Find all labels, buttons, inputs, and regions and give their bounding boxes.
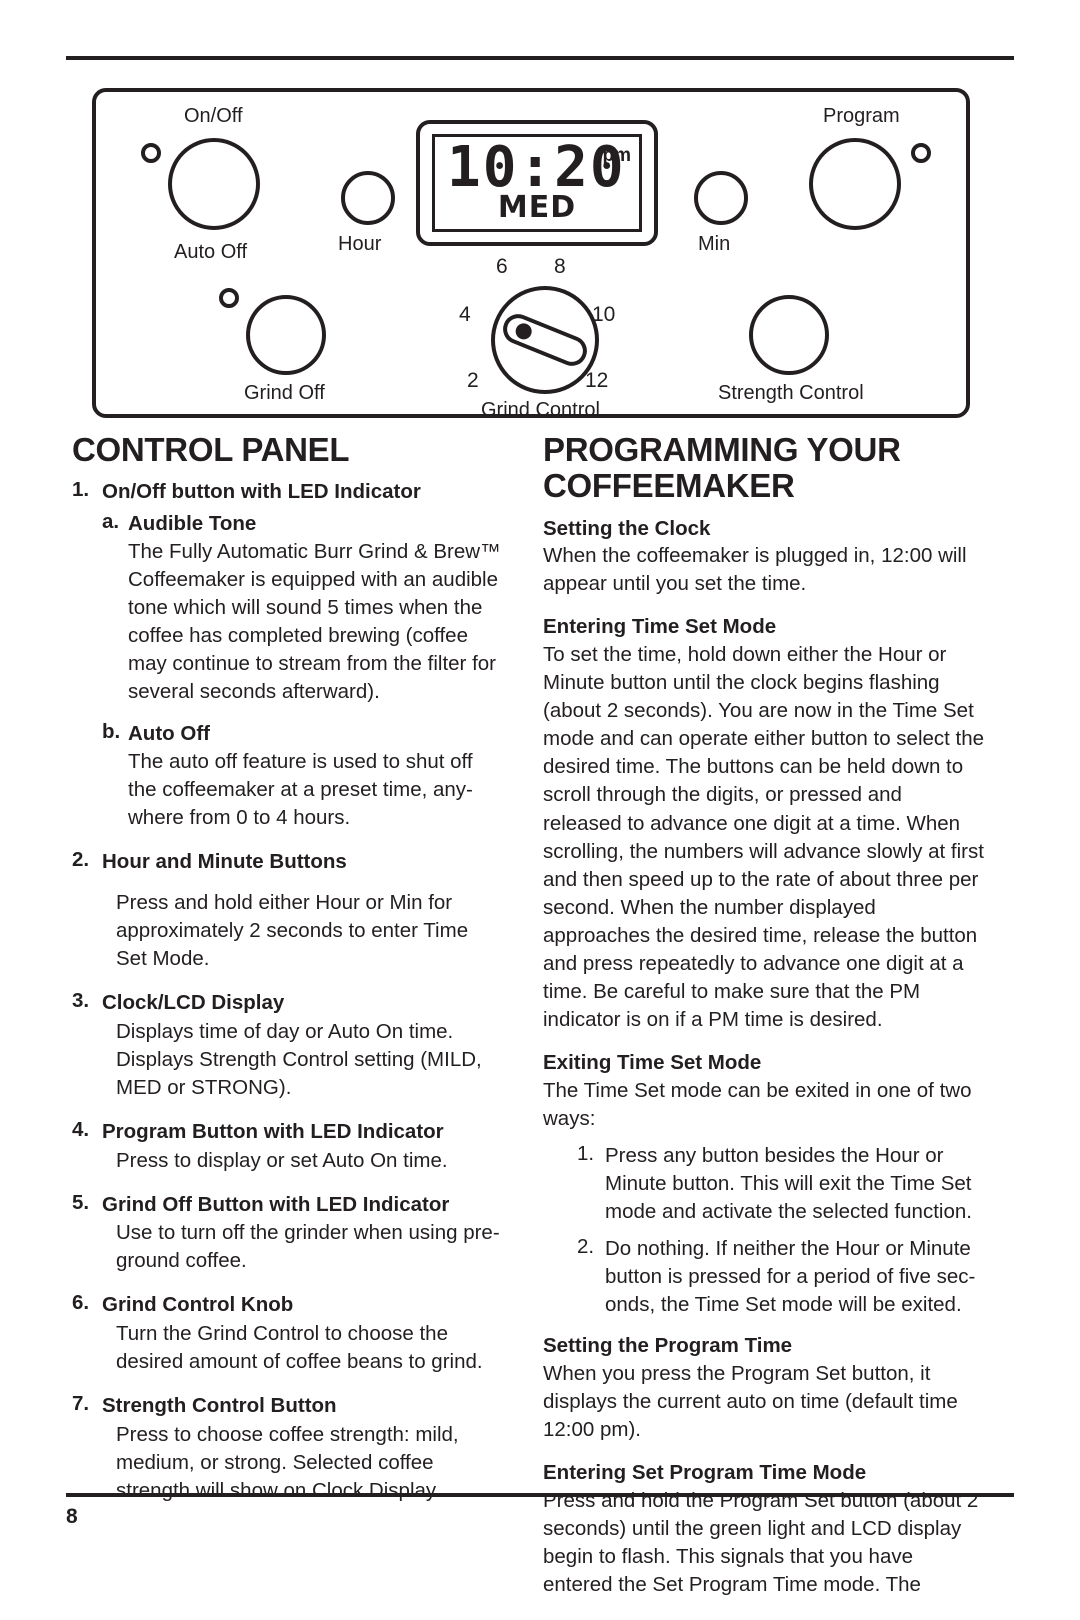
setting-the-program-time-body: When you press the Program Set button, i… <box>543 1362 958 1442</box>
list-marker: 7. <box>72 1392 90 1416</box>
control-panel-diagram: On/Off Auto Off Grind Off Hour 10:20 pm … <box>92 88 970 421</box>
list-item-title: Grind Off Button with LED Indicator <box>102 1192 450 1216</box>
grind-tick-6: 6 <box>496 255 508 278</box>
left-column: CONTROL PANEL 1. On/Off button with LED … <box>72 431 504 1509</box>
list-marker: 5. <box>72 1190 90 1214</box>
on-off-button[interactable] <box>168 138 260 230</box>
list-item-body: Press any button besides the Hour or Min… <box>605 1144 972 1224</box>
list-item-title: Hour and Minute Buttons <box>102 850 347 874</box>
grind-off-label: Grind Off <box>244 382 325 404</box>
program-label: Program <box>823 105 900 127</box>
exiting-time-set-mode-heading: Exiting Time Set Mode <box>543 1051 762 1075</box>
auto-off-label: Auto Off <box>174 241 248 263</box>
list-item-body: Use to turn off the grinder when using p… <box>116 1221 500 1273</box>
list-item-body: Press to display or set Auto On time. <box>116 1148 448 1172</box>
list-item-3: 3. Clock/LCD Display Displays time of da… <box>72 989 504 1102</box>
list-item-body: The Fully Automatic Burr Grind & Brew™ C… <box>128 539 501 704</box>
strength-control-label: Strength Control <box>718 382 864 404</box>
grind-off-button[interactable] <box>246 295 326 375</box>
list-item-title: Strength Control Button <box>102 1394 337 1418</box>
min-label: Min <box>698 233 731 255</box>
list-item-title: Auto Off <box>128 722 210 746</box>
list-item-4: 4. Program Button with LED Indicator Pre… <box>72 1118 504 1175</box>
list-item-5: 5. Grind Off Button with LED Indicator U… <box>72 1191 504 1276</box>
list-marker: 2. <box>72 848 90 872</box>
list-marker: 3. <box>72 988 90 1012</box>
list-item-body: Displays time of day or Auto On time. Di… <box>116 1019 482 1099</box>
header-rule <box>66 56 1014 60</box>
list-marker: 4. <box>72 1117 90 1141</box>
entering-set-program-time-mode-heading: Entering Set Program Time Mode <box>543 1461 867 1485</box>
program-button[interactable] <box>809 138 901 230</box>
list-item-1a: a. Audible Tone The Fully Automatic Burr… <box>102 510 504 706</box>
list-item-6: 6. Grind Control Knob Turn the Grind Con… <box>72 1291 504 1376</box>
lcd-time-value: 10:20 <box>447 135 626 200</box>
lcd-display: 10:20 pm MED <box>416 120 658 246</box>
lcd-pm-indicator: pm <box>602 145 632 166</box>
grind-knob-dot <box>513 320 535 342</box>
exit-option-1: 1. Press any button besides the Hour or … <box>577 1142 985 1226</box>
grind-tick-2: 2 <box>467 369 479 392</box>
list-marker: 6. <box>72 1291 90 1315</box>
list-item-title: On/Off button with LED Indicator <box>102 480 421 504</box>
setting-the-clock-body: When the coffeemaker is plugged in, 12:0… <box>543 544 967 596</box>
program-led-indicator <box>911 143 931 163</box>
grind-tick-12: 12 <box>585 369 609 392</box>
lcd-strength-value: MED <box>497 190 577 225</box>
grind-knob-pointer <box>498 309 592 371</box>
list-marker: 1. <box>577 1142 595 1166</box>
list-item-body: Do nothing. If neither the Hour or Minut… <box>605 1237 976 1317</box>
footer-rule <box>66 1493 1014 1497</box>
setting-the-clock-heading: Setting the Clock <box>543 516 711 540</box>
setting-the-program-time-heading: Setting the Program Time <box>543 1334 793 1358</box>
hour-label: Hour <box>338 233 382 255</box>
strength-control-button[interactable] <box>749 295 829 375</box>
list-item-title: Program Button with LED Indicator <box>102 1119 444 1143</box>
right-column: PROGRAMMING YOUR COFFEEMAKER Setting the… <box>543 431 985 1614</box>
entering-time-set-mode-heading: Entering Time Set Mode <box>543 615 777 639</box>
hour-button[interactable] <box>341 171 395 225</box>
exiting-time-set-mode-body: The Time Set mode can be exited in one o… <box>543 1078 972 1130</box>
list-marker: b. <box>102 720 121 744</box>
list-item-body: Turn the Grind Control to choose the des… <box>116 1322 483 1374</box>
grind-control-knob[interactable] <box>491 286 599 394</box>
list-item-1: 1. On/Off button with LED Indicator <box>72 478 504 506</box>
list-item-title: Audible Tone <box>128 511 257 535</box>
min-button[interactable] <box>694 171 748 225</box>
list-marker: 1. <box>72 478 90 502</box>
list-item-title: Grind Control Knob <box>102 1293 294 1317</box>
entering-time-set-mode-body: To set the time, hold down either the Ho… <box>543 643 985 1032</box>
page-number: 8 <box>66 1505 78 1528</box>
list-item-7: 7. Strength Control Button Press to choo… <box>72 1392 504 1505</box>
grind-control-label: Grind Control <box>481 399 600 421</box>
grind-tick-4: 4 <box>459 303 471 326</box>
list-item-1b: b. Auto Off The auto off feature is used… <box>102 720 504 832</box>
entering-set-program-time-mode-body: Press and hold the Program Set button (a… <box>543 1489 979 1597</box>
list-marker: 2. <box>577 1235 595 1259</box>
list-item-title: Clock/LCD Display <box>102 990 285 1014</box>
grind-off-led-indicator <box>219 288 239 308</box>
exit-option-2: 2. Do nothing. If neither the Hour or Mi… <box>577 1235 985 1319</box>
control-panel-heading: CONTROL PANEL <box>72 431 350 468</box>
list-item-body: Press and hold either Hour or Min for ap… <box>116 890 469 970</box>
list-item-2: 2. Hour and Minute Buttons Press and hol… <box>72 848 504 973</box>
on-off-label: On/Off <box>184 105 243 127</box>
grind-tick-8: 8 <box>554 255 566 278</box>
list-item-body: The auto off feature is used to shut off… <box>128 749 473 829</box>
on-off-led-indicator <box>141 143 161 163</box>
list-marker: a. <box>102 509 120 533</box>
programming-heading: PROGRAMMING YOUR COFFEEMAKER <box>543 431 901 505</box>
